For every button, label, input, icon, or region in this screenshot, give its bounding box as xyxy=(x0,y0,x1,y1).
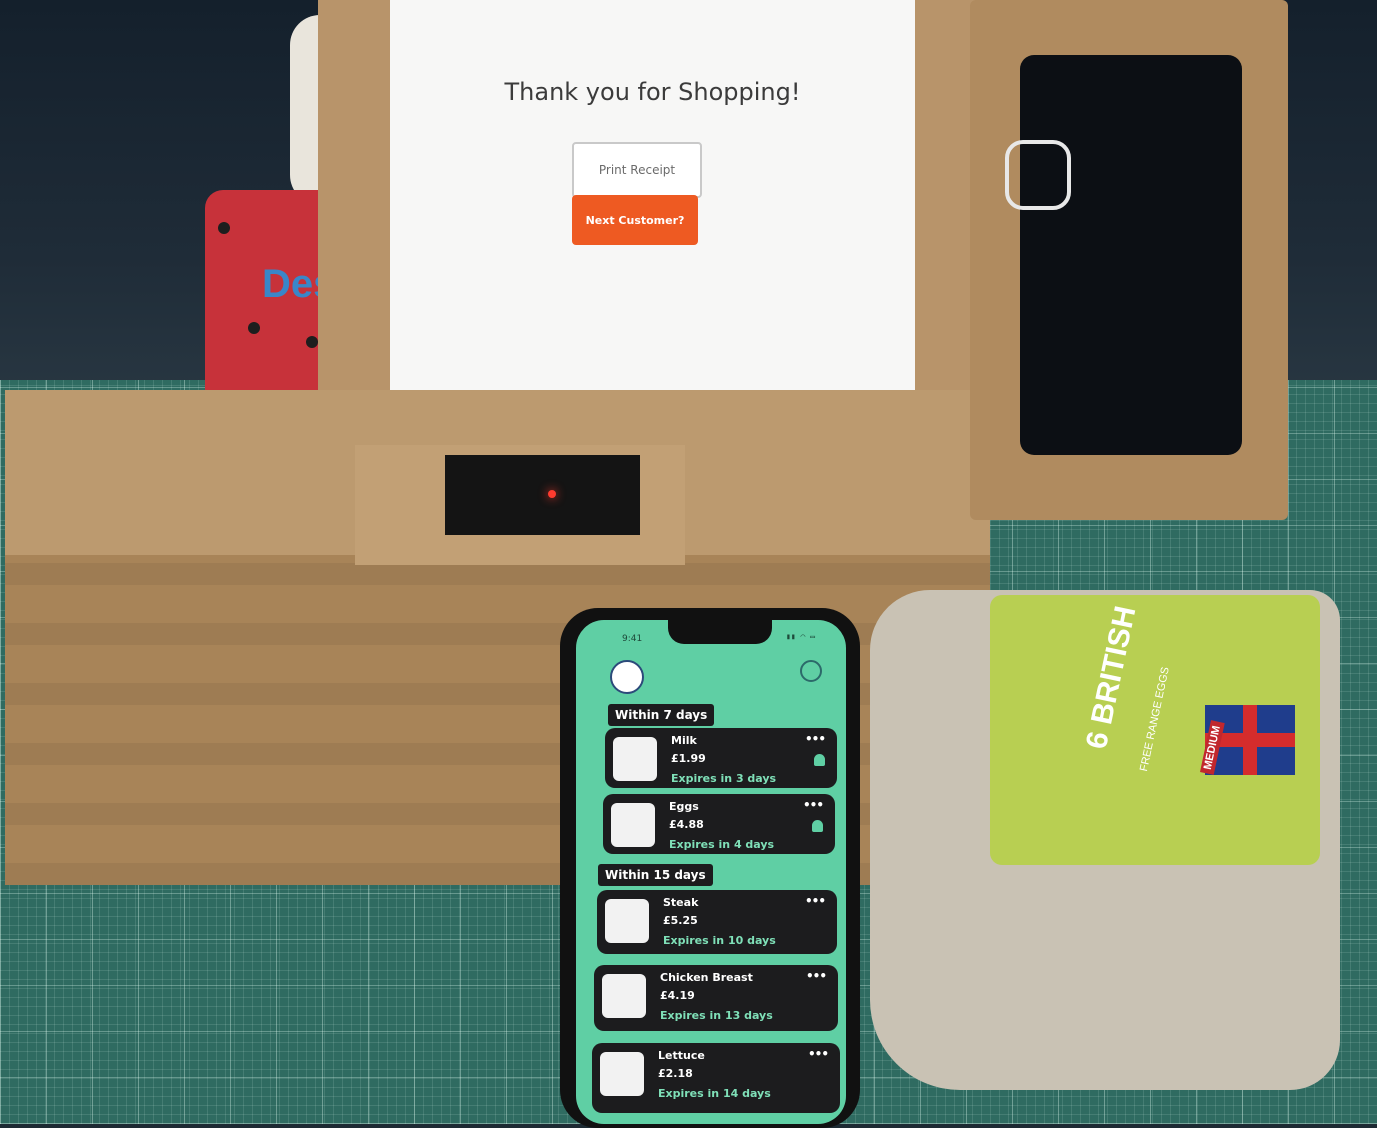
more-icon[interactable]: ••• xyxy=(805,894,826,908)
list-item[interactable]: Lettuce £2.18 Expires in 14 days ••• xyxy=(592,1043,840,1113)
next-customer-button[interactable]: Next Customer? xyxy=(572,195,698,245)
product-price: £4.19 xyxy=(660,989,695,1002)
steak-thumbnail xyxy=(605,899,649,943)
product-price: £2.18 xyxy=(658,1067,693,1080)
list-item[interactable]: Eggs £4.88 Expires in 4 days ••• xyxy=(603,794,835,854)
avatar[interactable] xyxy=(610,660,644,694)
chicken-thumbnail xyxy=(602,974,646,1018)
status-time: 9:41 xyxy=(622,634,643,644)
union-flag-icon xyxy=(1243,705,1257,775)
lettuce-thumbnail xyxy=(600,1052,644,1096)
bell-icon[interactable] xyxy=(814,754,825,766)
phone-notch xyxy=(668,620,772,644)
more-icon[interactable]: ••• xyxy=(806,969,827,983)
cable-clip xyxy=(1005,140,1071,210)
section-header: Within 7 days xyxy=(608,704,715,726)
dispenser-bolt xyxy=(306,336,318,348)
status-icons: ▮▮ ◠ ▭ xyxy=(786,632,815,641)
bell-icon[interactable] xyxy=(812,820,823,832)
section-header: Within 15 days xyxy=(598,864,713,886)
product-price: £5.25 xyxy=(663,914,698,927)
list-item[interactable]: Milk £1.99 Expires in 3 days ••• xyxy=(605,728,837,788)
product-price: £4.88 xyxy=(669,818,704,831)
product-expiry: Expires in 13 days xyxy=(660,1009,773,1022)
product-name: Eggs xyxy=(669,800,699,813)
eggs-thumbnail xyxy=(611,803,655,847)
milk-thumbnail xyxy=(613,737,657,781)
product-expiry: Expires in 3 days xyxy=(671,772,777,785)
product-price: £1.99 xyxy=(671,752,706,765)
product-expiry: Expires in 4 days xyxy=(669,838,775,851)
print-receipt-button[interactable]: Print Receipt xyxy=(572,142,702,198)
list-item[interactable]: Chicken Breast £4.19 Expires in 13 days … xyxy=(594,965,838,1031)
scanner-led xyxy=(548,490,556,498)
more-icon[interactable]: ••• xyxy=(808,1047,829,1061)
more-icon[interactable]: ••• xyxy=(803,798,824,812)
side-phone-screen xyxy=(1020,55,1242,455)
product-expiry: Expires in 10 days xyxy=(663,934,776,947)
dispenser-bolt xyxy=(218,222,230,234)
product-name: Chicken Breast xyxy=(660,971,753,984)
list-item[interactable]: Steak £5.25 Expires in 10 days ••• xyxy=(597,890,837,954)
product-name: Milk xyxy=(671,734,697,747)
kiosk-heading: Thank you for Shopping! xyxy=(504,78,801,106)
more-icon[interactable]: ••• xyxy=(805,732,826,746)
scanner-window xyxy=(445,455,640,535)
settings-icon[interactable] xyxy=(800,660,822,682)
product-name: Lettuce xyxy=(658,1049,705,1062)
dispenser-bolt xyxy=(248,322,260,334)
product-name: Steak xyxy=(663,896,699,909)
product-expiry: Expires in 14 days xyxy=(658,1087,771,1100)
